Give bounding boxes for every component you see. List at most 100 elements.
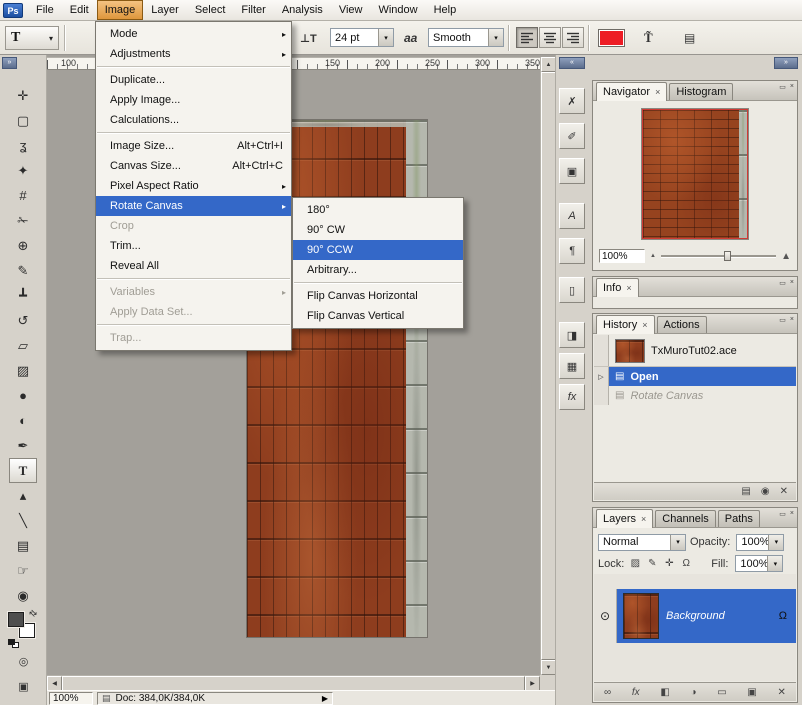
menu-item-flip-horizontal[interactable]: Flip Canvas Horizontal — [293, 286, 463, 306]
minimize-icon[interactable]: ▭ — [779, 279, 786, 287]
tab-channels[interactable]: Channels — [655, 510, 715, 527]
palette-patterns-button[interactable]: ▦ — [559, 353, 585, 379]
default-colors-icon[interactable] — [8, 639, 15, 645]
adjustment-layer-icon[interactable]: ◑ — [690, 687, 696, 698]
strip-expand-grip[interactable]: « — [559, 57, 585, 69]
toggle-palettes-icon[interactable]: ▤ — [684, 31, 695, 45]
font-size-select[interactable]: 24 pt ▾ — [330, 28, 394, 47]
status-menu-arrow-icon[interactable]: ▶ — [322, 694, 328, 703]
menu-item-rotate-canvas[interactable]: Rotate Canvas ▸ — [96, 196, 291, 216]
vertical-scrollbar[interactable]: ▲ ▼ — [540, 57, 555, 675]
menu-layer[interactable]: Layer — [143, 0, 187, 20]
menu-item-mode[interactable]: Mode ▸ — [96, 24, 291, 44]
menu-item-calculations[interactable]: Calculations... — [96, 110, 291, 130]
layer-mask-icon[interactable]: ◧ — [660, 687, 669, 698]
palette-tool-presets-button[interactable]: ✗ — [559, 88, 585, 114]
toolbox-collapse-grip[interactable]: » — [2, 57, 17, 69]
tool-slice[interactable]: ✁ — [9, 208, 37, 233]
tool-eraser[interactable]: ▱ — [9, 333, 37, 358]
menu-edit[interactable]: Edit — [62, 0, 97, 20]
horizontal-scrollbar[interactable]: ◀ ▶ — [47, 675, 540, 690]
delete-state-icon[interactable]: ✕ — [780, 486, 788, 497]
menu-image[interactable]: Image — [97, 0, 144, 20]
new-document-from-state-icon[interactable]: ▤ — [741, 486, 750, 497]
visibility-cell[interactable]: ⊙ — [594, 589, 617, 643]
align-left-button[interactable] — [516, 27, 538, 48]
swap-colors-icon[interactable]: ⇄ — [26, 607, 39, 620]
tab-actions[interactable]: Actions — [657, 316, 707, 333]
slider-thumb[interactable] — [724, 251, 731, 261]
scroll-right-icon[interactable]: ▶ — [525, 676, 540, 691]
text-color-swatch[interactable] — [598, 29, 625, 47]
text-orientation-icon[interactable]: ⊥T — [300, 32, 317, 45]
close-icon[interactable]: × — [642, 320, 647, 330]
link-layers-icon[interactable]: ∞ — [604, 687, 611, 698]
menu-window[interactable]: Window — [370, 0, 425, 20]
navigator-preview[interactable] — [642, 109, 748, 239]
caret-down-icon[interactable]: ▾ — [670, 535, 685, 550]
minimize-icon[interactable]: ▭ — [779, 510, 786, 518]
history-source-well[interactable] — [594, 335, 609, 366]
tool-gradient[interactable]: ▨ — [9, 358, 37, 383]
menu-item-90-cw[interactable]: 90° CW — [293, 220, 463, 240]
menu-item-90-ccw[interactable]: 90° CCW — [293, 240, 463, 260]
menu-item-180[interactable]: 180° — [293, 200, 463, 220]
menu-item-duplicate[interactable]: Duplicate... — [96, 70, 291, 90]
menu-help[interactable]: Help — [426, 0, 465, 20]
history-source-well[interactable]: ▷ — [594, 367, 609, 386]
tool-type[interactable]: T — [9, 458, 37, 483]
menu-item-flip-vertical[interactable]: Flip Canvas Vertical — [293, 306, 463, 326]
menu-file[interactable]: File — [28, 0, 62, 20]
tab-history[interactable]: History × — [596, 315, 655, 334]
screen-mode-button[interactable]: ▣ — [13, 677, 34, 696]
palette-clone-source-button[interactable]: ▣ — [559, 158, 585, 184]
tool-hand[interactable]: ☞ — [9, 558, 37, 583]
horizontal-scroll-thumb[interactable] — [62, 676, 525, 691]
tab-histogram[interactable]: Histogram — [669, 83, 733, 100]
align-right-button[interactable] — [562, 27, 584, 48]
dock-collapse-grip[interactable]: » — [774, 57, 798, 69]
menu-item-pixel-aspect-ratio[interactable]: Pixel Aspect Ratio ▸ — [96, 176, 291, 196]
zoom-level-field[interactable]: 100% — [49, 692, 93, 705]
menu-item-arbitrary[interactable]: Arbitrary... — [293, 260, 463, 280]
tool-magic-wand[interactable]: ✦ — [9, 158, 37, 183]
tool-lasso[interactable]: ʓ — [9, 133, 37, 158]
tool-healing-brush[interactable]: ⊕ — [9, 233, 37, 258]
tab-info[interactable]: Info × — [596, 278, 639, 297]
menu-view[interactable]: View — [331, 0, 371, 20]
new-layer-icon[interactable]: ▣ — [747, 687, 756, 698]
close-icon[interactable]: × — [790, 316, 794, 324]
tool-line[interactable]: ╲ — [9, 508, 37, 533]
scroll-left-icon[interactable]: ◀ — [47, 676, 62, 691]
tool-clone-stamp[interactable]: ┻ — [9, 283, 37, 308]
tool-zoom[interactable]: ◉ — [9, 583, 37, 608]
scroll-up-icon[interactable]: ▲ — [541, 57, 556, 72]
blend-mode-select[interactable]: Normal ▾ — [598, 534, 686, 551]
palette-character-button[interactable]: A — [559, 203, 585, 229]
caret-down-icon[interactable]: ▾ — [488, 29, 503, 46]
menu-item-image-size[interactable]: Image Size... Alt+Ctrl+I — [96, 136, 291, 156]
palette-layer-comps-button[interactable]: ▯ — [559, 277, 585, 303]
zoom-in-icon[interactable]: ▲ — [781, 251, 791, 262]
menu-item-canvas-size[interactable]: Canvas Size... Alt+Ctrl+C — [96, 156, 291, 176]
history-snapshot-row[interactable]: TxMuroTut02.ace — [594, 335, 796, 367]
zoom-out-icon[interactable]: ▲ — [650, 253, 656, 259]
minimize-icon[interactable]: ▭ — [779, 316, 786, 324]
tool-brush[interactable]: ✎ — [9, 258, 37, 283]
navigator-zoom-field[interactable]: 100% — [599, 249, 645, 263]
tab-navigator[interactable]: Navigator × — [596, 82, 667, 101]
tool-history-brush[interactable]: ↺ — [9, 308, 37, 333]
lock-pixels-icon[interactable]: ✎ — [646, 558, 658, 569]
menu-item-reveal-all[interactable]: Reveal All — [96, 256, 291, 276]
menu-select[interactable]: Select — [187, 0, 234, 20]
palette-paragraph-button[interactable]: ¶ — [559, 238, 585, 264]
new-group-icon[interactable]: ▭ — [717, 687, 726, 698]
history-source-well[interactable] — [594, 386, 609, 405]
foreground-color-swatch[interactable] — [8, 612, 24, 627]
navigator-zoom-slider[interactable] — [661, 251, 776, 261]
palette-effects-button[interactable]: fx — [559, 384, 585, 410]
new-snapshot-icon[interactable]: ◉ — [761, 486, 770, 497]
close-icon[interactable]: × — [641, 514, 646, 524]
tool-pen[interactable]: ✒ — [9, 433, 37, 458]
caret-down-icon[interactable]: ▾ — [378, 29, 393, 46]
